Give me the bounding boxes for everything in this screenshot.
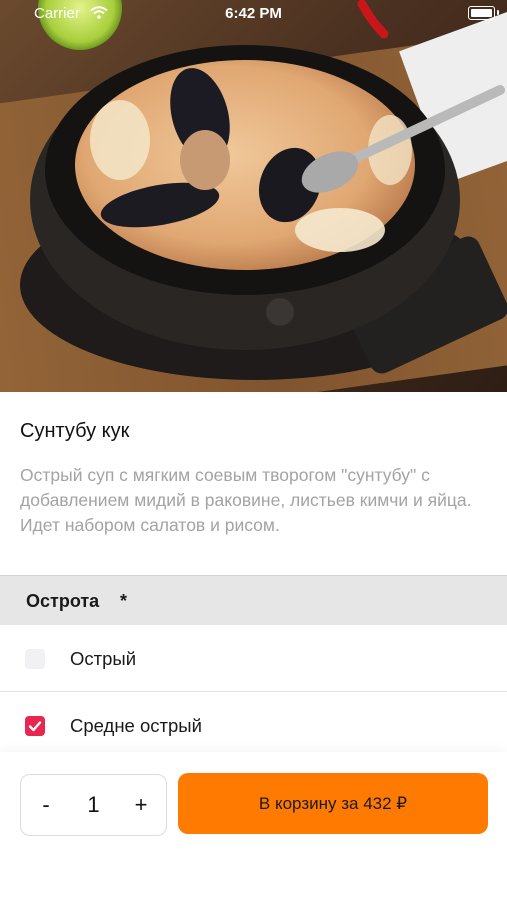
product-photo xyxy=(0,0,507,392)
increase-button[interactable]: + xyxy=(116,775,166,835)
option-label: Острый xyxy=(70,648,137,669)
option-row-medium-spicy[interactable]: Средне острый xyxy=(0,692,507,758)
battery-cap xyxy=(497,10,499,15)
checkbox-unchecked[interactable] xyxy=(25,649,45,669)
quantity-stepper: - 1 + xyxy=(20,774,167,836)
options-section-header: Острота * xyxy=(0,575,507,625)
required-mark: * xyxy=(120,591,128,611)
decrease-button[interactable]: - xyxy=(21,775,71,835)
quantity-value: 1 xyxy=(87,792,100,817)
section-title: Острота xyxy=(26,591,100,611)
check-icon xyxy=(28,721,42,732)
battery-icon xyxy=(468,6,495,20)
product-title: Сунтубу кук xyxy=(20,420,130,442)
status-time: 6:42 PM xyxy=(225,5,282,22)
product-description: Острый суп с мягким соевым творогом "сун… xyxy=(20,465,472,535)
soup-pot-illustration xyxy=(0,0,507,392)
status-bar: Carrier 6:42 PM xyxy=(0,0,507,26)
option-row-spicy[interactable]: Острый xyxy=(0,625,507,691)
add-to-cart-button[interactable]: В корзину за 432 ₽ xyxy=(178,773,488,834)
option-label: Средне острый xyxy=(70,715,202,736)
checkbox-checked[interactable] xyxy=(25,716,45,736)
cart-bar: - 1 + В корзину за 432 ₽ xyxy=(0,752,507,900)
